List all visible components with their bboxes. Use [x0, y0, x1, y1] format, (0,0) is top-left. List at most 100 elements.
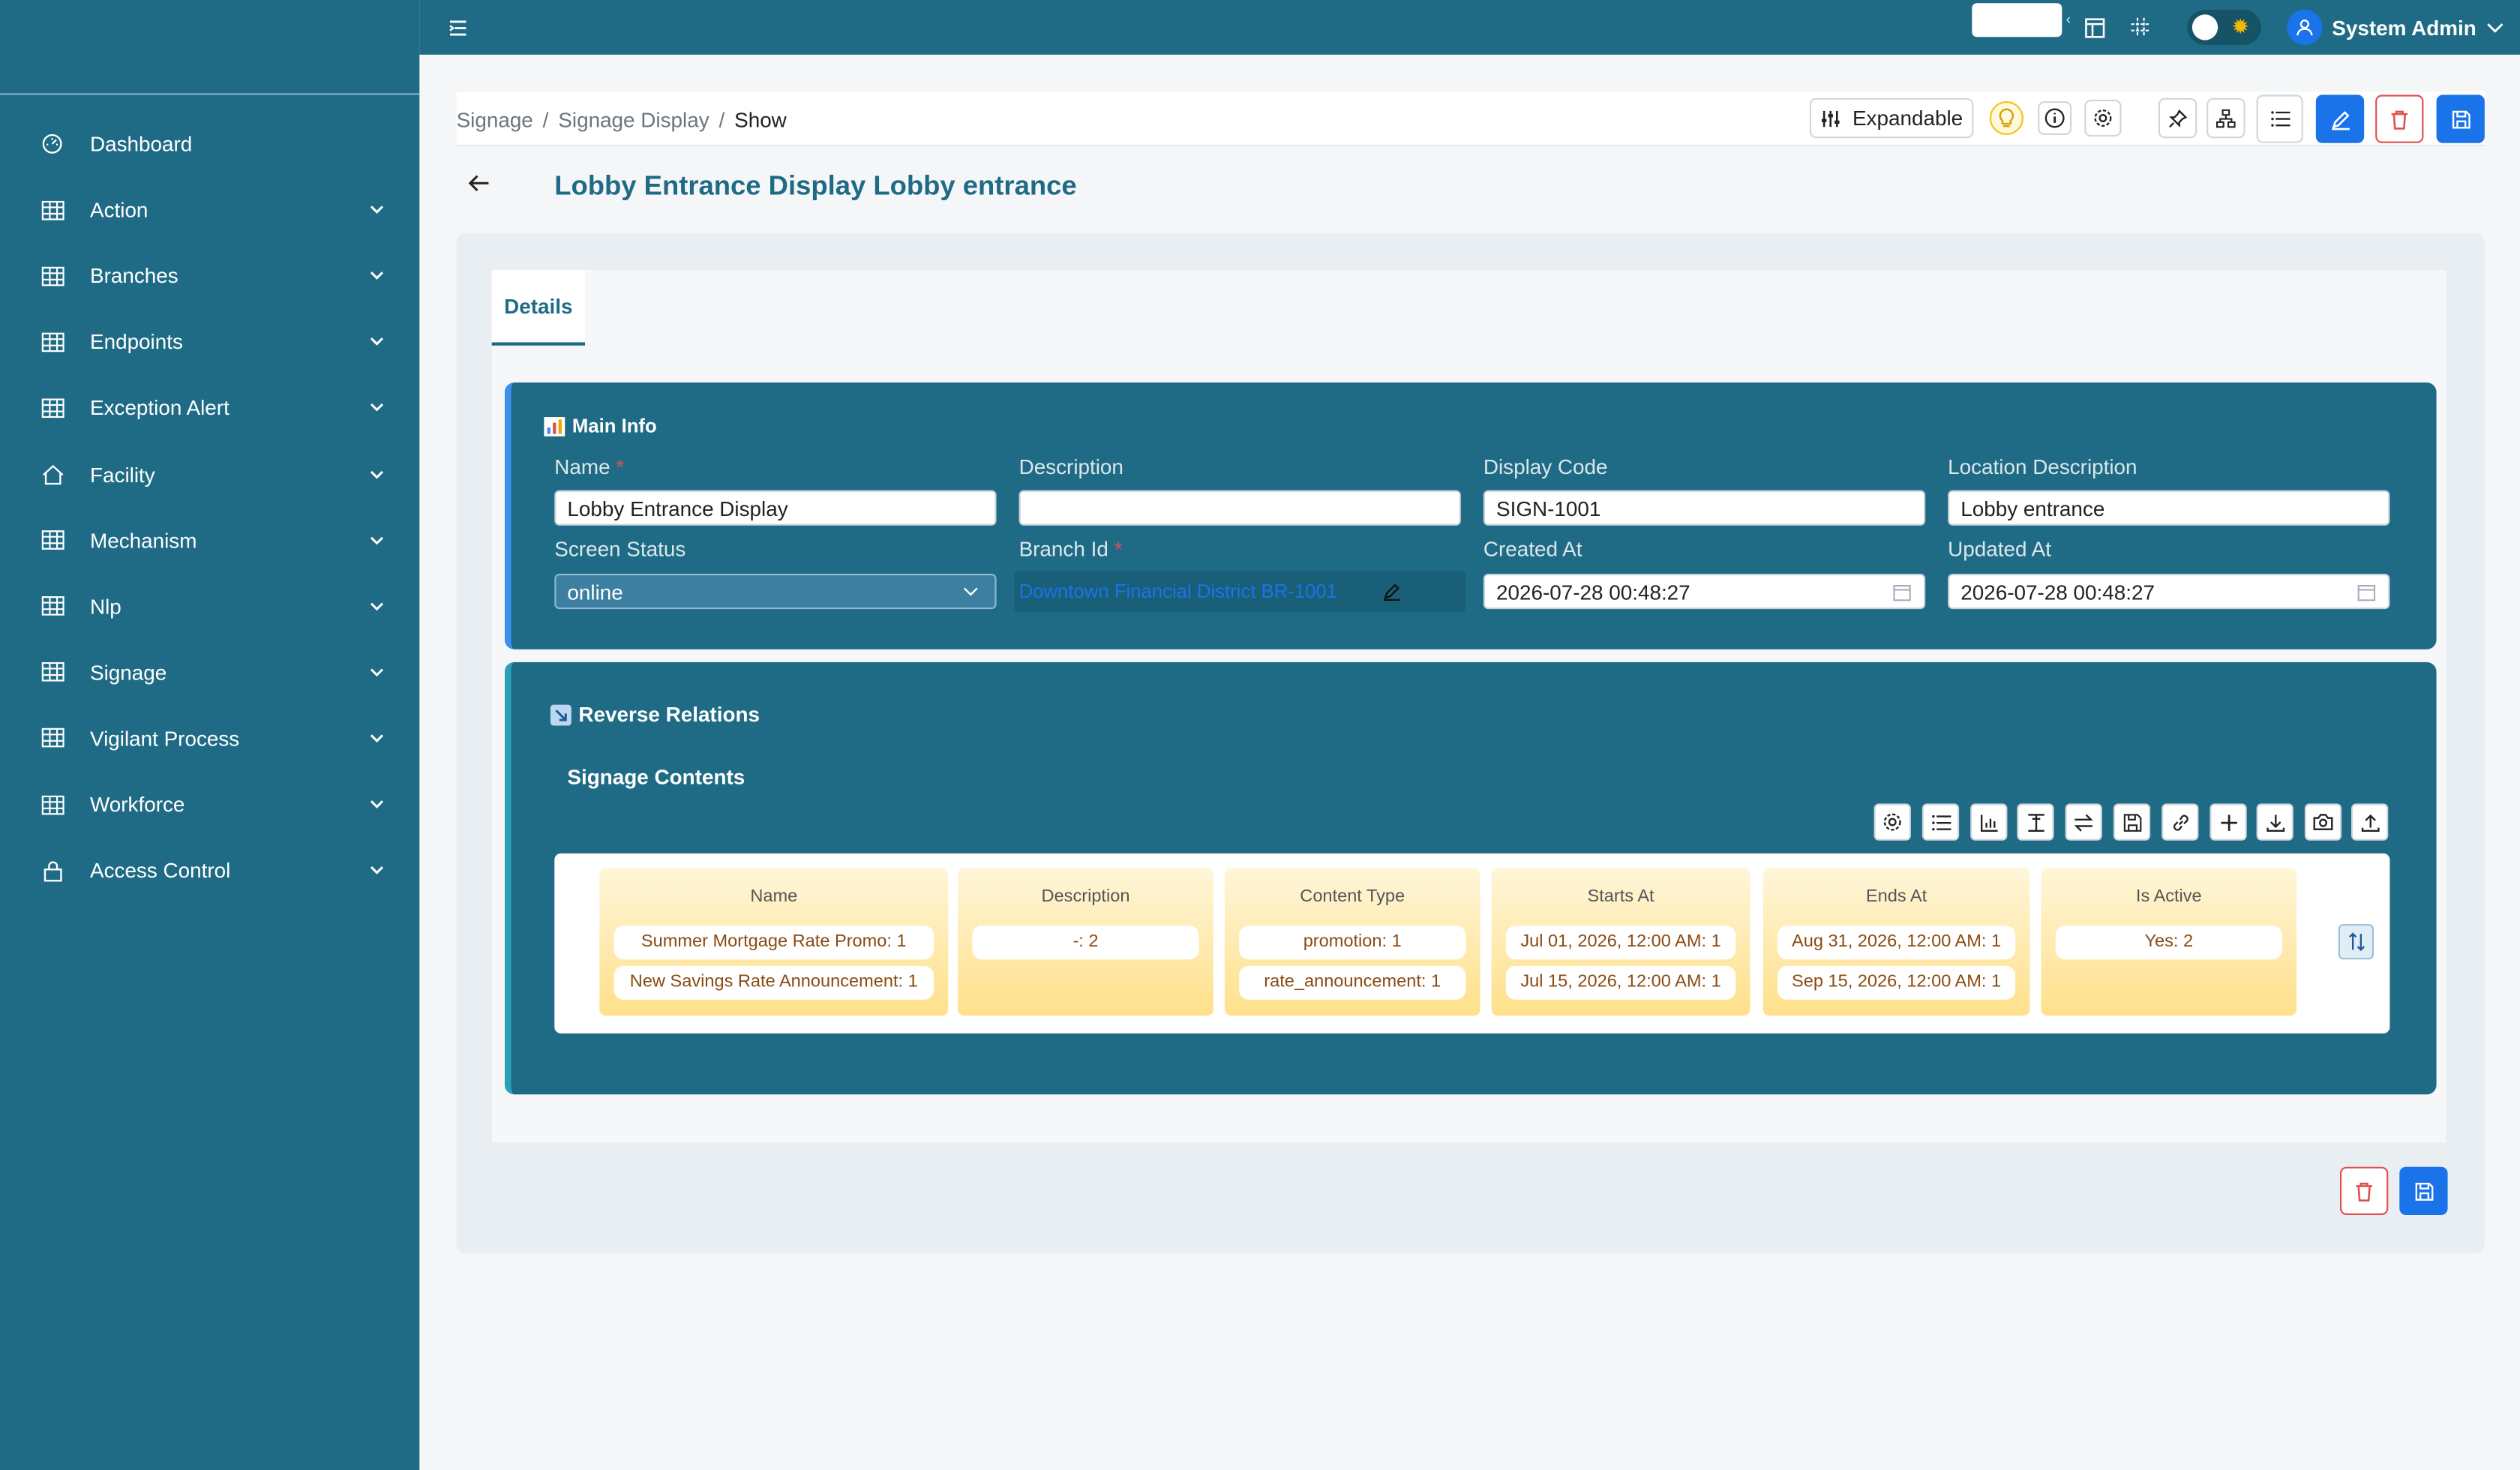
- top-bar: ‹ ✹ System Admin: [419, 0, 2520, 55]
- value-chip[interactable]: Jul 01, 2026, 12:00 AM: 1: [1505, 926, 1736, 960]
- value-chip[interactable]: Yes: 2: [2055, 926, 2282, 960]
- link-button[interactable]: [2162, 803, 2199, 841]
- pin-button[interactable]: [2158, 98, 2198, 139]
- description-field[interactable]: [1018, 490, 1461, 526]
- back-arrow-icon[interactable]: [464, 170, 494, 196]
- required-marker: *: [616, 454, 625, 479]
- sidebar-item-endpoints[interactable]: Endpoints: [0, 309, 419, 375]
- layout-icon[interactable]: [2083, 16, 2105, 38]
- edit-button[interactable]: [2315, 94, 2365, 143]
- chevron-down-icon: [370, 668, 384, 676]
- sidebar-item-mechanism[interactable]: Mechanism: [0, 507, 419, 573]
- sidebar-item-branches[interactable]: Branches: [0, 243, 419, 309]
- list-view-button[interactable]: [2256, 94, 2303, 143]
- grid-icon[interactable]: [2129, 16, 2152, 38]
- table-icon: [40, 396, 64, 420]
- updated-at-label: Updated At: [1948, 536, 2051, 561]
- value-chip[interactable]: Jul 15, 2026, 12:00 AM: 1: [1505, 965, 1736, 1000]
- branch-id-link[interactable]: Downtown Financial District BR-1001: [1019, 580, 1337, 603]
- chevron-down-icon: [370, 272, 384, 280]
- settings-button[interactable]: [2084, 99, 2122, 137]
- grid-settings-button[interactable]: [1874, 803, 1911, 841]
- sidebar-header: [0, 0, 420, 95]
- bar-chart-icon: [544, 416, 566, 436]
- sidebar-item-dashboard[interactable]: Dashboard: [0, 111, 419, 177]
- footer-delete-button[interactable]: [2340, 1166, 2389, 1215]
- text-height-button[interactable]: [2017, 803, 2054, 841]
- chevron-down-icon: [370, 800, 384, 808]
- screenshot-button[interactable]: [2304, 803, 2342, 841]
- download-button[interactable]: [2256, 803, 2294, 841]
- value-chip[interactable]: -: 2: [972, 926, 1199, 960]
- created-at-value: 2026-07-28 00:48:27: [1496, 580, 1690, 604]
- pencil-icon: [2331, 110, 2349, 130]
- sidebar-item-label: Action: [90, 197, 148, 222]
- info-button[interactable]: [2038, 101, 2072, 135]
- sidebar-item-exception-alert[interactable]: Exception Alert: [0, 375, 419, 441]
- toggle-knob: [2192, 14, 2218, 40]
- sidebar-item-signage[interactable]: Signage: [0, 639, 419, 705]
- screen-status-select[interactable]: online: [554, 574, 997, 610]
- app-root: Dashboard Action Branches Endpoints Exceptio…: [0, 0, 2520, 1470]
- display-code-field[interactable]: SIGN-1001: [1483, 490, 1926, 526]
- sidebar-item-nlp[interactable]: Nlp: [0, 573, 419, 639]
- required-marker: *: [1114, 536, 1123, 561]
- value-chip[interactable]: Sep 15, 2026, 12:00 AM: 1: [1778, 965, 2016, 1000]
- expandable-button[interactable]: Expandable: [1809, 98, 1974, 139]
- branch-id-field[interactable]: Downtown Financial District BR-1001: [1014, 570, 1466, 613]
- expandable-label: Expandable: [1852, 106, 1964, 130]
- breadcrumb-link-signage[interactable]: Signage: [457, 108, 533, 132]
- theme-toggle[interactable]: ✹: [2187, 9, 2261, 45]
- screen-status-label: Screen Status: [554, 536, 686, 561]
- user-name[interactable]: System Admin: [2332, 14, 2476, 40]
- name-label: Name *: [554, 454, 624, 478]
- value-chip[interactable]: New Savings Rate Announcement: 1: [614, 965, 934, 1000]
- upload-button[interactable]: [2351, 803, 2389, 841]
- value-chip[interactable]: promotion: 1: [1239, 926, 1466, 960]
- calendar-icon[interactable]: [1893, 584, 1911, 602]
- tab-details[interactable]: Details: [491, 270, 585, 346]
- sidebar-item-action[interactable]: Action: [0, 177, 419, 243]
- sidebar-item-access-control[interactable]: Access Control: [0, 838, 419, 904]
- save-button[interactable]: [2436, 94, 2485, 143]
- sidebar-item-label: Nlp: [90, 594, 122, 619]
- tips-button[interactable]: [1989, 101, 2024, 135]
- page-title: Lobby Entrance Display Lobby entrance: [554, 170, 1077, 201]
- sidebar-item-workforce[interactable]: Workforce: [0, 772, 419, 838]
- value-chip[interactable]: rate_announcement: 1: [1239, 965, 1466, 1000]
- sidebar-item-facility[interactable]: Facility: [0, 441, 419, 507]
- list-button[interactable]: [1922, 803, 1960, 841]
- name-label-text: Name: [554, 454, 610, 479]
- menu-toggle-icon[interactable]: [447, 16, 470, 38]
- calendar-icon[interactable]: [2357, 584, 2376, 602]
- swap-button[interactable]: [2065, 803, 2102, 841]
- collapse-chevron-icon[interactable]: ‹: [2062, 11, 2074, 27]
- table-icon: [40, 198, 64, 222]
- updated-at-field[interactable]: 2026-07-28 00:48:27: [1948, 574, 2390, 610]
- add-button[interactable]: [2210, 803, 2247, 841]
- updated-at-value: 2026-07-28 00:48:27: [1960, 580, 2155, 604]
- location-description-field[interactable]: Lobby entrance: [1948, 490, 2390, 526]
- value-chip[interactable]: Summer Mortgage Rate Promo: 1: [614, 926, 934, 960]
- sidebar-item-label: Endpoints: [90, 329, 183, 355]
- breadcrumb-link-signage-display[interactable]: Signage Display: [558, 108, 709, 132]
- sort-toggle-button[interactable]: [2338, 924, 2374, 960]
- value-chip[interactable]: Aug 31, 2026, 12:00 AM: 1: [1778, 926, 2016, 960]
- sidebar-item-vigilant-process[interactable]: Vigilant Process: [0, 705, 419, 771]
- chevron-down-icon: [370, 536, 384, 544]
- name-field[interactable]: Lobby Entrance Display: [554, 490, 997, 526]
- chart-button[interactable]: [1970, 803, 2008, 841]
- sidebar-item-label: Dashboard: [90, 131, 193, 156]
- created-at-field[interactable]: 2026-07-28 00:48:27: [1483, 574, 1926, 610]
- bar-chart-icon: [1979, 814, 1997, 831]
- swap-arrows-icon: [2074, 813, 2093, 831]
- user-avatar-icon[interactable]: [2287, 9, 2323, 45]
- screen-status-value: online: [567, 580, 623, 604]
- save-view-button[interactable]: [2113, 803, 2151, 841]
- footer-save-button[interactable]: [2399, 1166, 2448, 1215]
- hierarchy-button[interactable]: [2206, 98, 2246, 139]
- pencil-icon[interactable]: [1382, 582, 1402, 602]
- user-menu-chevron-icon[interactable]: [2485, 18, 2504, 38]
- search-box[interactable]: [1972, 3, 2062, 38]
- delete-button[interactable]: [2375, 94, 2424, 143]
